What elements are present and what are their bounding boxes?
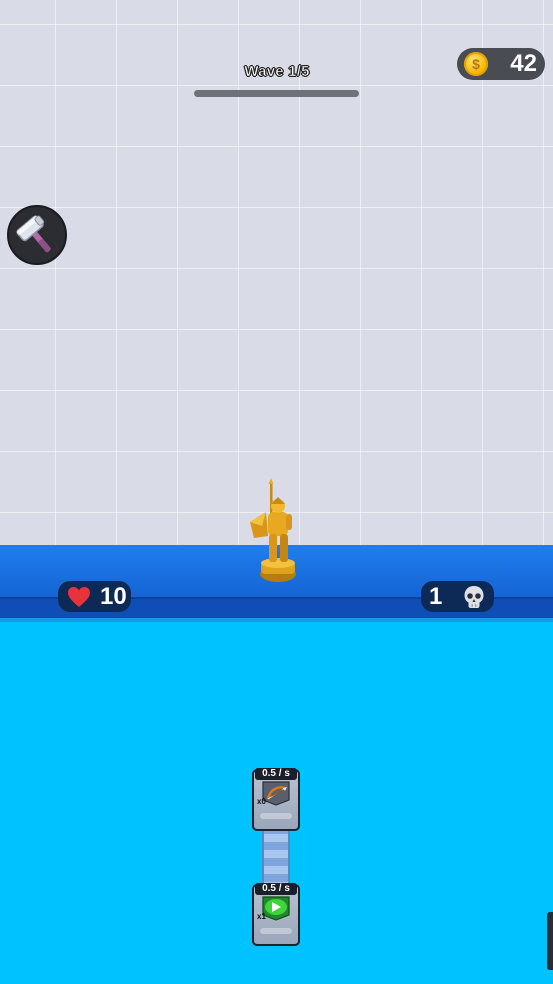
crossbow-tower[interactable]: 0.5 / s x0 — [252, 768, 300, 831]
health-value: 10 — [100, 583, 127, 610]
water-edge — [0, 618, 553, 622]
wave-label: Wave 1/5 — [244, 63, 310, 81]
wave-progress-bar — [194, 90, 359, 97]
hammer-icon — [16, 215, 51, 253]
tower-count: x1 — [257, 912, 266, 921]
health-counter: 10 — [58, 581, 131, 612]
skull-icon — [464, 586, 484, 608]
tower-base-slot — [260, 928, 292, 934]
tower-base-slot — [260, 813, 292, 819]
arena-floor — [0, 0, 553, 548]
coin-value: 42 — [510, 50, 537, 77]
coin-icon: $ — [464, 52, 488, 76]
side-drawer-handle[interactable] — [547, 912, 553, 970]
coin-counter: $ 42 — [457, 48, 545, 80]
tower-connector — [262, 826, 290, 888]
hero-statue[interactable] — [238, 478, 308, 586]
tower-count: x0 — [257, 797, 266, 806]
tower-fire-rate: 0.5 / s — [255, 768, 297, 780]
kill-value: 1 — [429, 583, 443, 610]
tool-button[interactable] — [7, 205, 67, 265]
game-stage: Wave 1/5 $ 42 10 1 0.5 / s x0 0.5 / s x1 — [0, 0, 553, 984]
spawn-tower[interactable]: 0.5 / s x1 — [252, 883, 300, 946]
heart-icon — [68, 587, 90, 607]
kill-counter: 1 — [421, 581, 494, 612]
tower-fire-rate: 0.5 / s — [255, 883, 297, 895]
